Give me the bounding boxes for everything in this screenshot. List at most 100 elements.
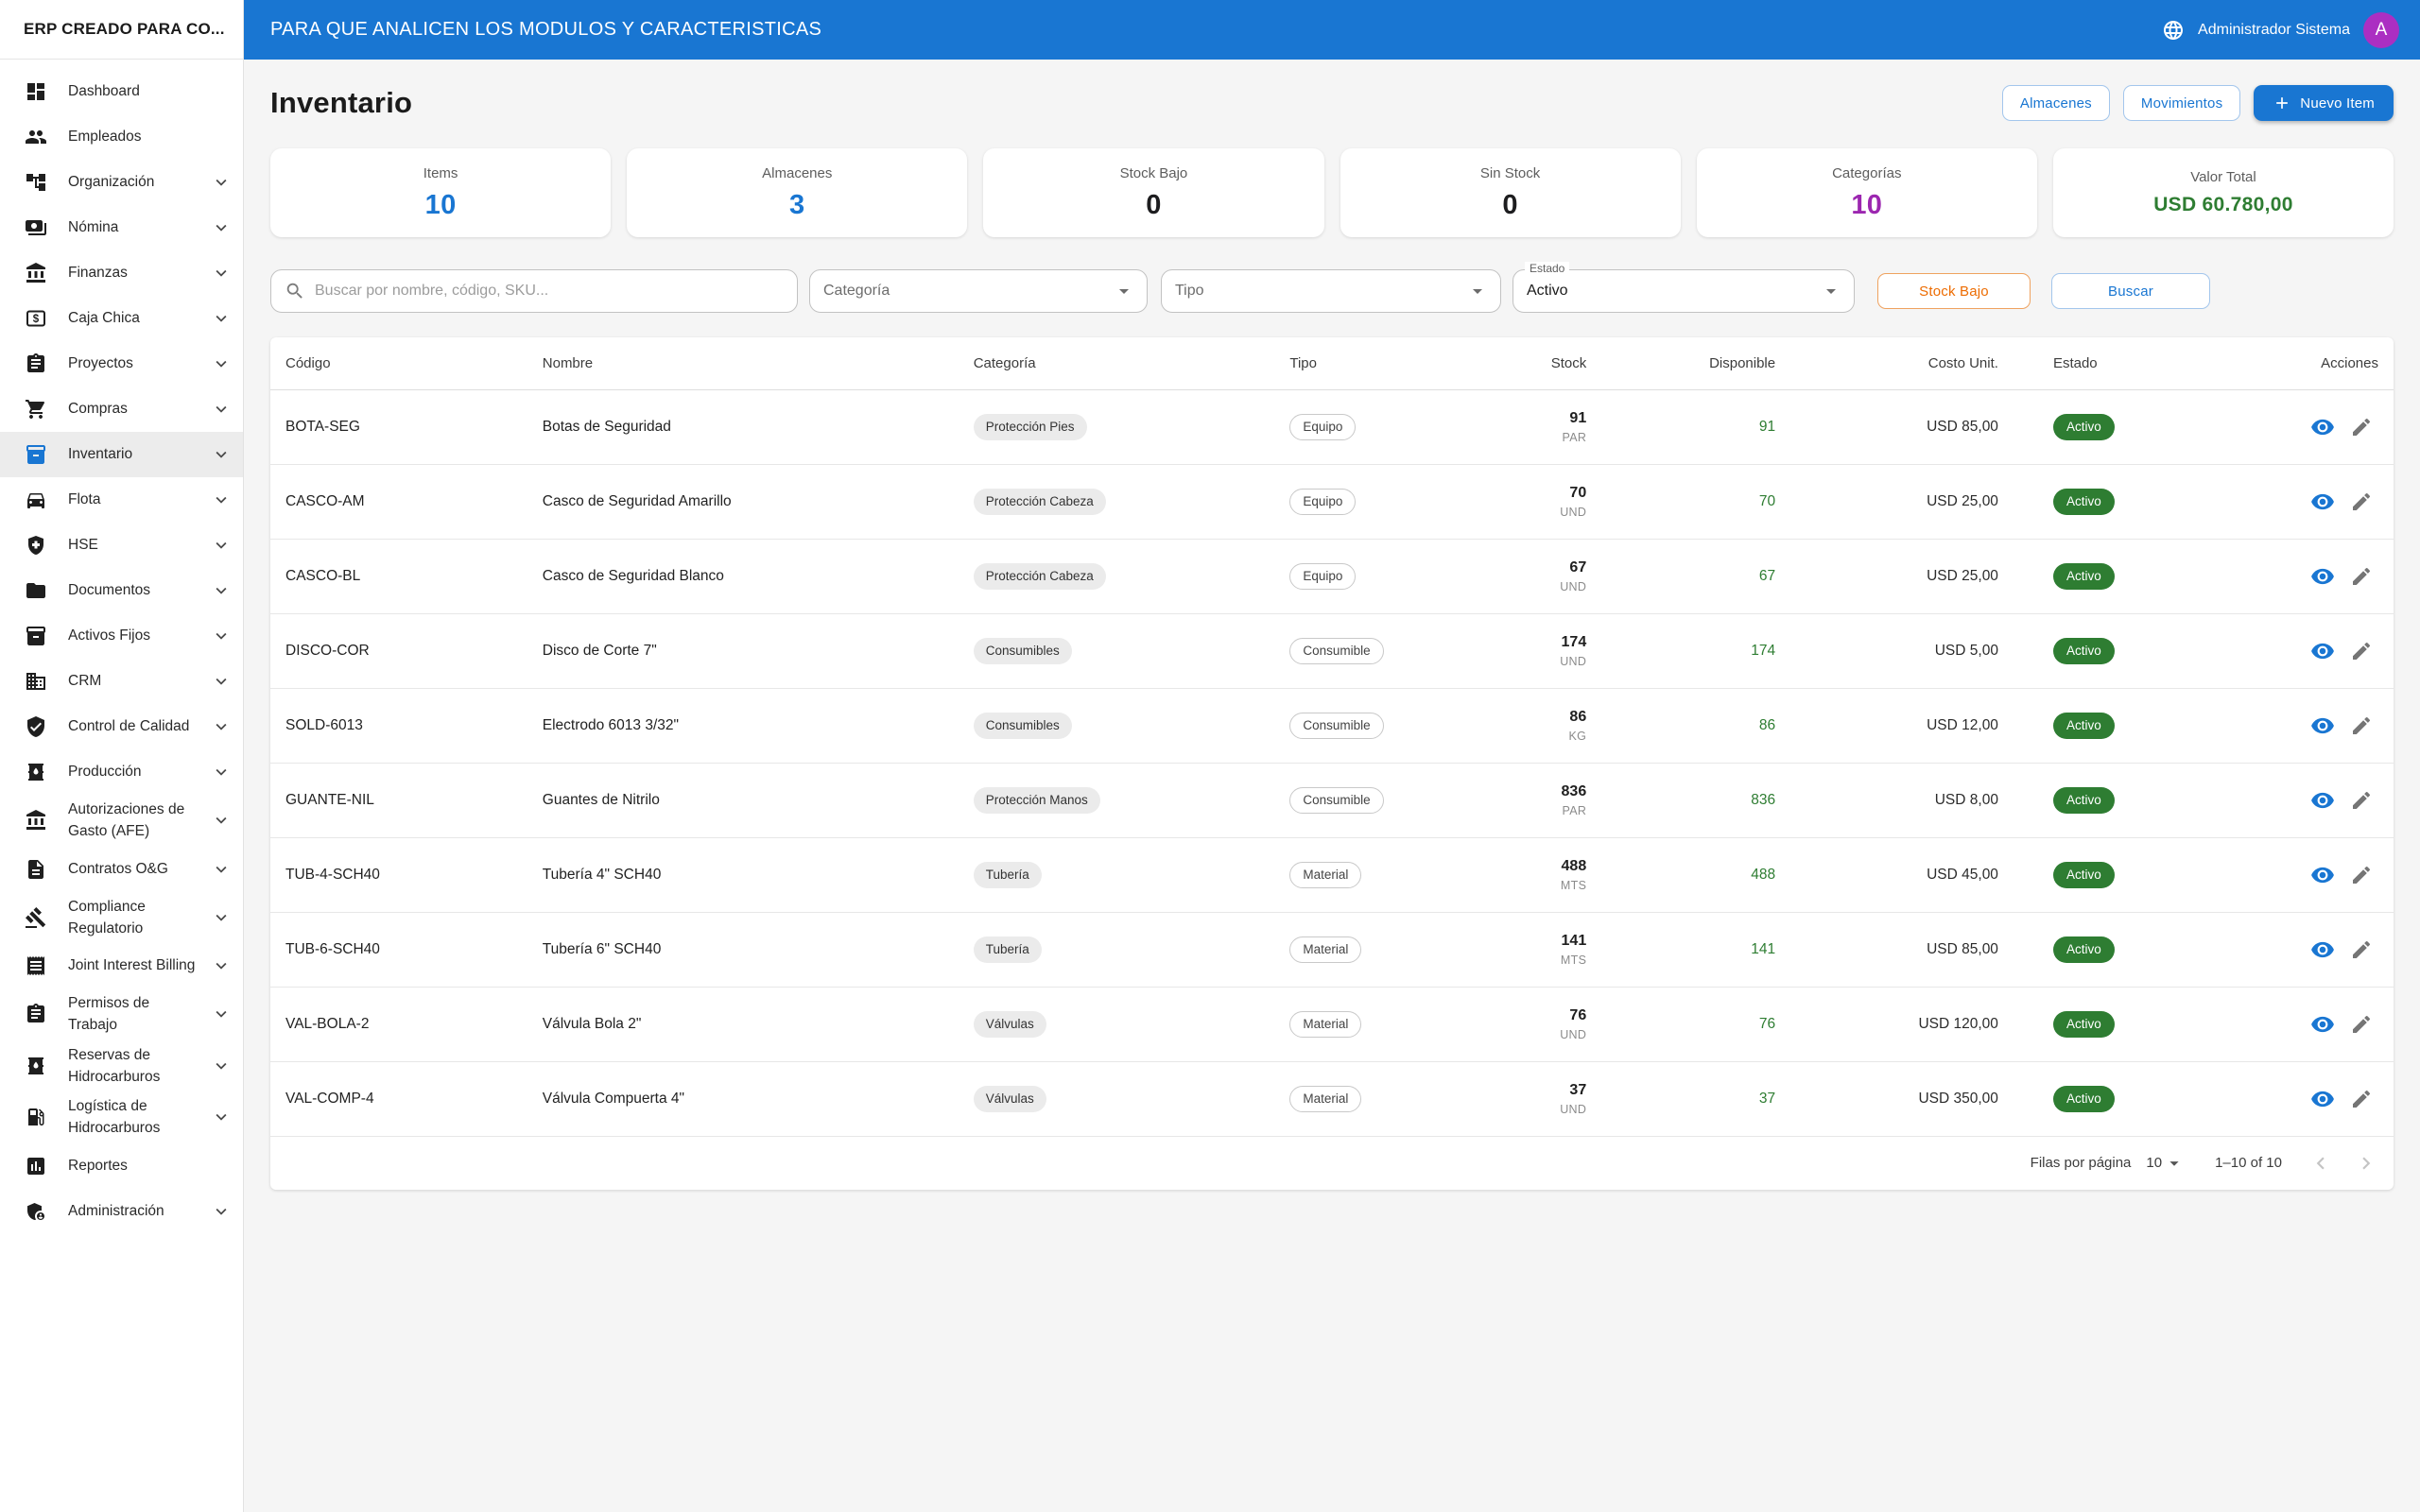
view-item-button[interactable] — [2310, 1012, 2335, 1037]
avatar[interactable]: A — [2363, 11, 2399, 48]
sidebar-item-permisos-de-trabajo[interactable]: Permisos de Trabajo — [0, 988, 243, 1040]
edit-item-button[interactable] — [2350, 864, 2373, 886]
cell-costo: USD 25,00 — [1790, 539, 2014, 614]
chevron-down-icon — [211, 535, 232, 556]
movimientos-button[interactable]: Movimientos — [2122, 85, 2241, 121]
sidebar-item-nomina[interactable]: Nómina — [0, 205, 243, 250]
category-select-label: Categoría — [823, 283, 890, 299]
document-icon — [25, 858, 47, 881]
view-item-button[interactable] — [2310, 564, 2335, 589]
view-item-button[interactable] — [2310, 1087, 2335, 1111]
sidebar-item-finanzas[interactable]: Finanzas — [0, 250, 243, 296]
column-header-costo-unit: Costo Unit. — [1790, 337, 2014, 390]
sidebar-item-caja-chica[interactable]: $ Caja Chica — [0, 296, 243, 341]
chevron-down-icon — [211, 955, 232, 976]
category-chip: Protección Pies — [973, 413, 1087, 440]
cell-nombre: Casco de Seguridad Blanco — [527, 539, 959, 614]
almacenes-button[interactable]: Almacenes — [2001, 85, 2110, 121]
cell-categoria: Protección Manos — [958, 763, 1275, 838]
chevron-down-icon — [211, 671, 232, 692]
category-chip: Protección Manos — [973, 786, 1100, 814]
folder-icon — [25, 579, 47, 602]
sidebar-item-joint-interest-billing[interactable]: Joint Interest Billing — [0, 943, 243, 988]
sidebar-item-hse[interactable]: HSE — [0, 523, 243, 568]
search-icon — [285, 281, 305, 301]
edit-item-button[interactable] — [2350, 490, 2373, 513]
sidebar-item-organizacion[interactable]: Organización — [0, 160, 243, 205]
sidebar-item-compliance-regulatorio[interactable]: Compliance Regulatorio — [0, 892, 243, 944]
rows-per-page-select[interactable]: 10 — [2146, 1153, 2185, 1174]
sidebar-item-reservas-de-hidrocarburos[interactable]: Reservas de Hidrocarburos — [0, 1040, 243, 1092]
type-chip: Consumible — [1289, 712, 1384, 739]
sidebar-item-reportes[interactable]: Reportes — [0, 1143, 243, 1189]
sidebar-item-autorizaciones-de-gasto-afe[interactable]: Autorizaciones de Gasto (AFE) — [0, 795, 243, 847]
sidebar-item-administracion[interactable]: Administración — [0, 1189, 243, 1234]
sidebar-item-control-de-calidad[interactable]: Control de Calidad — [0, 704, 243, 749]
cell-estado: Activo — [2013, 987, 2250, 1062]
type-select[interactable]: Tipo — [1161, 269, 1501, 313]
cell-nombre: Disco de Corte 7" — [527, 613, 959, 689]
edit-item-button[interactable] — [2350, 640, 2373, 662]
sidebar-item-produccion[interactable]: Producción — [0, 749, 243, 795]
previous-page-button[interactable] — [2308, 1151, 2333, 1176]
sidebar-item-compras[interactable]: Compras — [0, 387, 243, 432]
search-input[interactable] — [315, 283, 786, 300]
cell-codigo: SOLD-6013 — [270, 688, 527, 764]
view-item-button[interactable] — [2310, 639, 2335, 663]
sidebar-item-flota[interactable]: Flota — [0, 477, 243, 523]
status-select[interactable]: Estado Activo — [1512, 262, 1855, 313]
view-item-button[interactable] — [2310, 415, 2335, 439]
view-item-button[interactable] — [2310, 788, 2335, 813]
stat-card-almacenes: Almacenes 3 — [627, 148, 968, 237]
chevron-down-icon — [211, 217, 232, 238]
sidebar-item-logistica-de-hidrocarburos[interactable]: Logística de Hidrocarburos — [0, 1091, 243, 1143]
stat-card-valor-total: Valor Total USD 60.780,00 — [2052, 148, 2394, 237]
edit-item-button[interactable] — [2350, 789, 2373, 812]
cell-codigo: DISCO-COR — [270, 613, 527, 689]
cell-tipo: Consumible — [1274, 613, 1470, 689]
cell-tipo: Material — [1274, 1061, 1470, 1137]
dashboard-icon — [25, 80, 47, 103]
button-label: Almacenes — [2019, 94, 2092, 112]
sidebar-item-crm[interactable]: CRM — [0, 659, 243, 704]
edit-item-button[interactable] — [2350, 938, 2373, 961]
table-row-tub-4-sch40: TUB-4-SCH40 Tubería 4" SCH40 Tubería Materi… — [270, 837, 2394, 913]
cell-estado: Activo — [2013, 1061, 2250, 1137]
chevron-down-icon — [211, 490, 232, 510]
sidebar-item-label: Autorizaciones de Gasto (AFE) — [68, 801, 185, 840]
sidebar-item-activos-fijos[interactable]: Activos Fijos — [0, 613, 243, 659]
table-pagination: Filas por página 10 1–10 of 10 — [270, 1137, 2394, 1190]
view-item-button[interactable] — [2310, 490, 2335, 514]
view-item-button[interactable] — [2310, 937, 2335, 962]
cell-codigo: VAL-BOLA-2 — [270, 987, 527, 1062]
sidebar-item-label: Reservas de Hidrocarburos — [68, 1046, 161, 1085]
category-chip: Protección Cabeza — [973, 488, 1106, 515]
edit-item-button[interactable] — [2350, 416, 2373, 438]
sidebar-item-dashboard[interactable]: Dashboard — [0, 69, 243, 114]
cell-categoria: Válvulas — [958, 1061, 1275, 1137]
sidebar-item-inventario[interactable]: Inventario — [0, 432, 243, 477]
stock-quantity: 836 — [1561, 782, 1587, 799]
category-select[interactable]: Categoría — [809, 269, 1148, 313]
edit-item-button[interactable] — [2350, 1013, 2373, 1036]
edit-item-button[interactable] — [2350, 1088, 2373, 1110]
cell-disponible: 141 — [1601, 912, 1791, 988]
sidebar-item-documentos[interactable]: Documentos — [0, 568, 243, 613]
low-stock-button[interactable]: Stock Bajo — [1877, 273, 2031, 309]
receipt-icon — [25, 954, 47, 977]
view-item-button[interactable] — [2310, 863, 2335, 887]
bank-icon — [25, 262, 47, 284]
search-button[interactable]: Buscar — [2051, 273, 2210, 309]
nuevo-item-button[interactable]: Nuevo Item — [2254, 85, 2394, 121]
next-page-button[interactable] — [2354, 1151, 2378, 1176]
stock-unit: UND — [1560, 1027, 1587, 1041]
sidebar-item-contratos-o-g[interactable]: Contratos O&G — [0, 847, 243, 892]
view-item-button[interactable] — [2310, 713, 2335, 738]
cell-stock: 76 UND — [1469, 987, 1602, 1062]
edit-item-button[interactable] — [2350, 565, 2373, 588]
globe-icon[interactable] — [2162, 19, 2185, 42]
sidebar-item-empleados[interactable]: Empleados — [0, 114, 243, 160]
cell-stock: 86 KG — [1469, 688, 1602, 764]
edit-item-button[interactable] — [2350, 714, 2373, 737]
sidebar-item-proyectos[interactable]: Proyectos — [0, 341, 243, 387]
